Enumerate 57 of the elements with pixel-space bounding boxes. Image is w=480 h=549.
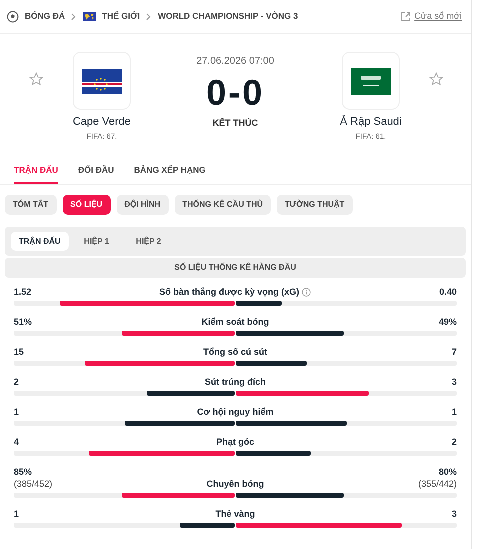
stat-value: 4 xyxy=(14,436,20,448)
section-header: SỐ LIỆU THỐNG KÊ HÀNG ĐẦU xyxy=(5,258,466,278)
stat-value: 15 xyxy=(14,346,26,358)
stat-value: 2 xyxy=(452,436,457,448)
tab[interactable]: BẢNG XẾP HẠNG xyxy=(134,149,206,184)
stat-value: 1.52 xyxy=(14,286,33,298)
breadcrumb-link[interactable]: BÓNG ĐÁ xyxy=(25,10,66,23)
breadcrumb-link[interactable]: WORLD CHAMPIONSHIP - VÒNG 3 xyxy=(158,10,298,23)
stat-label: Số bàn thắng được kỳ vọng (xG) xyxy=(160,286,300,298)
period-tab[interactable]: HIỆP 2 xyxy=(124,232,173,251)
stat-value: 49% xyxy=(438,316,457,328)
filter-pill[interactable]: SỐ LIỆU xyxy=(62,195,111,215)
favorite-star-icon[interactable] xyxy=(29,72,44,87)
tab[interactable]: ĐỐI ĐẦU xyxy=(78,149,114,184)
stat-value: 85% xyxy=(14,466,34,478)
chevron-right-icon xyxy=(146,12,152,20)
filter-pill[interactable]: TÓM TẮT xyxy=(5,195,57,215)
stat-label: Cơ hội nguy hiểm xyxy=(197,406,274,418)
stat-value: 1 xyxy=(14,406,20,418)
filter-pill[interactable]: ĐỘI HÌNH xyxy=(116,195,169,215)
breadcrumb-link[interactable]: THẾ GIỚI xyxy=(102,10,140,23)
score: 0-0 xyxy=(206,73,265,113)
stat-label: Tổng số cú sút xyxy=(204,346,268,358)
stat-value: 51% xyxy=(14,316,34,328)
stat-detail: (355/442) xyxy=(418,478,457,490)
period-tab[interactable]: TRẬN ĐẤU xyxy=(11,232,69,251)
stat-value: 1 xyxy=(452,406,457,418)
external-link-icon xyxy=(400,12,411,22)
stat-label: Sút trúng đích xyxy=(205,376,266,388)
stat-label: Kiểm soát bóng xyxy=(202,316,270,328)
stat-detail: (385/452) xyxy=(14,478,54,490)
stat-value: 80% xyxy=(438,466,457,478)
period-tab[interactable]: HIỆP 1 xyxy=(72,232,121,251)
stat-value: 7 xyxy=(452,346,457,358)
soccer-ball-icon xyxy=(7,10,19,22)
world-flag-icon xyxy=(83,12,96,21)
new-window-link[interactable]: Cửa sổ mới xyxy=(400,10,462,24)
team-name[interactable]: Ả Rập Saudi xyxy=(340,114,402,130)
stat-value: 2 xyxy=(14,376,20,388)
favorite-star-icon[interactable] xyxy=(429,72,444,87)
team-name[interactable]: Cape Verde xyxy=(72,114,132,130)
flag-icon xyxy=(351,68,391,94)
stat-label: Thẻ vàng xyxy=(216,508,256,520)
stat-value: 1 xyxy=(14,508,20,520)
tab[interactable]: TRẬN ĐẤU xyxy=(14,149,58,184)
chevron-right-icon xyxy=(71,12,78,20)
info-icon[interactable] xyxy=(302,288,312,296)
filter-pill[interactable]: TƯỜNG THUẬT xyxy=(277,195,353,215)
stat-label: Chuyền bóng xyxy=(206,478,264,490)
match-status: KẾT THÚC xyxy=(212,117,258,130)
stat-value: 0.40 xyxy=(439,286,457,298)
filter-pill[interactable]: THỐNG KÊ CẦU THỦ xyxy=(174,195,272,215)
stat-value: 3 xyxy=(452,508,457,520)
flag-icon xyxy=(82,68,122,94)
match-datetime: 27.06.2026 07:00 xyxy=(196,55,274,69)
stat-label: Phạt góc xyxy=(216,436,254,448)
stat-value: 3 xyxy=(452,376,457,388)
